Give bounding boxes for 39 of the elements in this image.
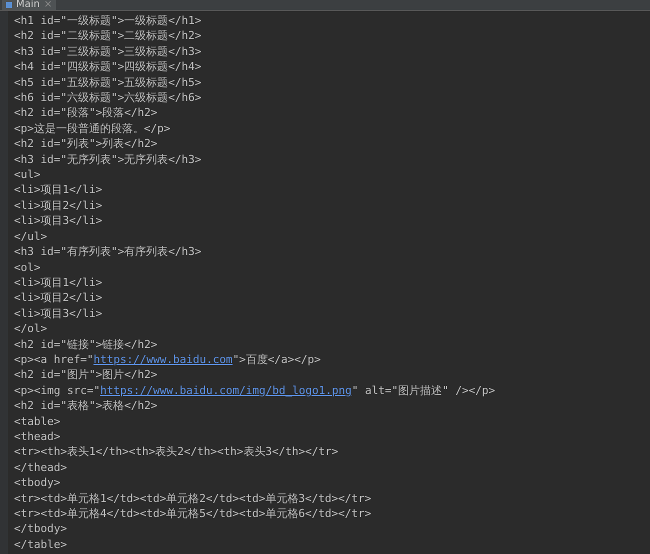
code-line: <h2 id="图片">图片</h2> bbox=[14, 367, 158, 383]
close-icon[interactable]: × bbox=[44, 0, 52, 10]
code-line: <ol> bbox=[14, 260, 42, 275]
code-line: <li>项目2</li> bbox=[14, 198, 104, 214]
code-line: <h3 id="无序列表">无序列表</h3> bbox=[14, 152, 202, 168]
url-link[interactable]: https://www.baidu.com bbox=[93, 352, 233, 366]
code-line: <tr><th>表头1</th><th>表头2</th><th>表头3</th></tr> bbox=[14, 444, 340, 460]
code-line: <tbody> bbox=[14, 475, 62, 491]
code-line: <h2 id="二级标题">二级标题</h2> bbox=[14, 28, 202, 44]
code-line: <p>这是一段普通的段落。</p> bbox=[14, 120, 172, 136]
url-link[interactable]: https://www.baidu.com/img/bd_logo1.png bbox=[100, 384, 352, 397]
code-line: <h2 id="表格">表格</h2> bbox=[14, 398, 158, 414]
code-line: <li>项目3</li> bbox=[14, 306, 104, 322]
code-line: <li>项目1</li> bbox=[14, 182, 104, 198]
code-line: <p><img src="https://www.baidu.com/img/bd_logo1.png" alt="图片描述" /></p> bbox=[14, 382, 496, 398]
code-line: <li>项目3</li> bbox=[14, 213, 104, 229]
code-line: <h1 id="一级标题">一级标题</h1> bbox=[14, 13, 202, 28]
code-line: <p><a href="https://www.baidu.com">百度</a></p> bbox=[14, 352, 322, 368]
code-line: </ul> bbox=[14, 228, 48, 244]
code-line: </ol> bbox=[14, 321, 48, 337]
code-line: <thead> bbox=[14, 428, 62, 444]
code-line: </tbody> bbox=[14, 521, 68, 537]
code-line: <h5 id="五级标题">五级标题</h5> bbox=[14, 74, 202, 90]
code-line: <tr><td>单元格1</td><td>单元格2</td><td>单元格3</td></tr> bbox=[14, 490, 372, 506]
code-line: <table> bbox=[14, 414, 62, 429]
code-line: <h2 id="列表">列表</h2> bbox=[14, 136, 158, 152]
code-line: <li>项目2</li> bbox=[14, 290, 104, 306]
code-line: </table> bbox=[14, 536, 68, 552]
code-line: <h3 id="三级标题">三级标题</h3> bbox=[14, 44, 202, 60]
tab-icon bbox=[6, 2, 12, 8]
code-line: <h6 id="六级标题">六级标题</h6> bbox=[14, 90, 202, 106]
code-line: <tr><td>单元格4</td><td>单元格5</td><td>单元格6</td></tr> bbox=[14, 506, 372, 522]
code-line: <h2 id="链接">链接</h2> bbox=[14, 336, 158, 352]
code-line: <li>项目1</li> bbox=[14, 274, 104, 290]
code-line: <h3 id="有序列表">有序列表</h3> bbox=[14, 244, 202, 260]
code-line: <ul> bbox=[14, 167, 42, 182]
code-line: <h4 id="四级标题">四级标题</h4> bbox=[14, 59, 202, 75]
code-line: </thead> bbox=[14, 460, 68, 476]
code-line: <h2 id="段落">段落</h2> bbox=[14, 105, 158, 121]
